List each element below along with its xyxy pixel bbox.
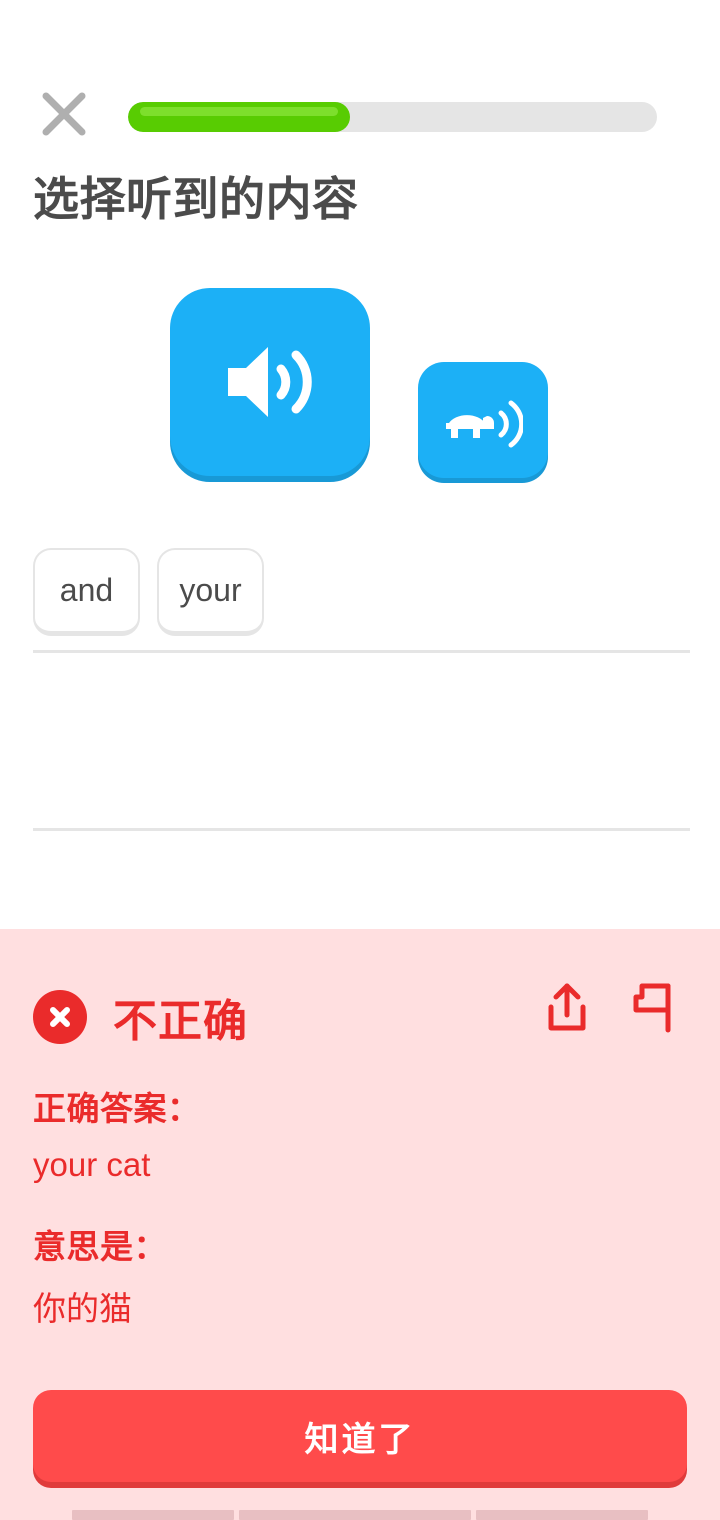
word-tile[interactable]: and [33,548,140,636]
close-button[interactable] [36,86,92,142]
feedback-actions [540,977,682,1039]
lesson-screen: 选择听到的内容 and your 不正确 正确答案： your cat 意思是：… [0,0,720,1520]
hint-bar-2 [239,1510,471,1520]
correct-answer-value: your cat [33,1146,151,1183]
feedback-header: 不正确 [33,985,248,1049]
close-x-icon [42,92,86,136]
lesson-header [0,86,720,146]
page-title: 选择听到的内容 [33,173,359,225]
hint-bar-1 [72,1510,234,1520]
x-mark-icon [50,1007,70,1027]
share-button[interactable] [540,977,594,1039]
word-bank-row: and your [33,548,264,636]
meaning-label: 意思是： [33,1228,167,1265]
progress-fill [128,102,351,132]
audio-controls [0,280,720,490]
circle-x-icon [33,990,87,1044]
bottom-hint-bars [0,1510,720,1520]
meaning-value: 你的猫 [33,1290,132,1327]
report-button[interactable] [628,977,682,1039]
play-slow-audio-button[interactable] [418,362,548,478]
turtle-slow-audio-icon [446,400,523,448]
feedback-status-text: 不正确 [113,997,248,1046]
correct-answer-label: 正确答案： [33,1090,201,1127]
lesson-progress-bar[interactable] [128,102,657,132]
continue-button[interactable]: 知道了 [33,1390,687,1482]
speaker-icon [228,347,312,417]
play-audio-button[interactable] [170,288,370,476]
hint-bar-3 [476,1510,648,1520]
answer-slot-line-1[interactable] [33,650,690,653]
flag-report-icon [633,983,671,1033]
progress-shine [140,107,339,116]
share-upload-icon [548,983,586,1031]
answer-slot-line-2[interactable] [33,828,690,831]
word-tile[interactable]: your [157,548,264,636]
